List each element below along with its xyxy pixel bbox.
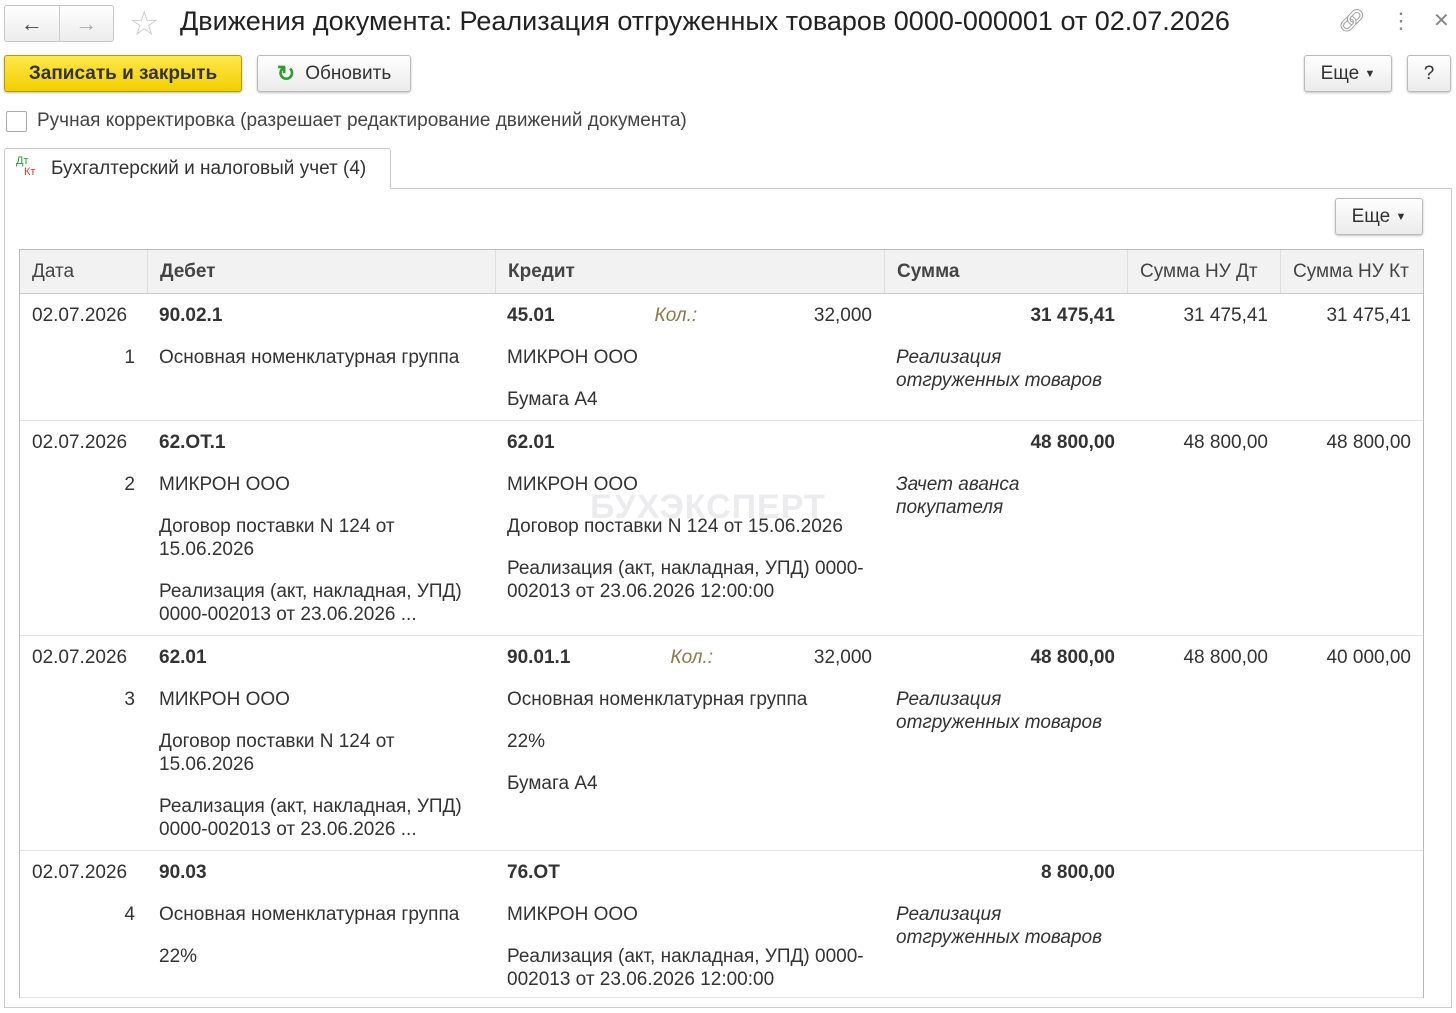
qty-value: 32,000: [813, 647, 872, 668]
debit-line: МИКРОН ООО: [159, 474, 290, 495]
help-button[interactable]: ?: [1407, 55, 1451, 92]
col-sum-nu-dt[interactable]: Сумма НУ Дт: [1127, 250, 1280, 293]
tab-label: Бухгалтерский и налоговый учет (4): [51, 158, 367, 179]
qty-label: Кол.:: [654, 305, 698, 326]
manual-edit-checkbox[interactable]: [6, 111, 27, 132]
entry-number: 4: [124, 904, 135, 925]
entry-sum-nu-dt: [1127, 861, 1280, 1010]
credit-line: Основная номенклатурная группа: [507, 689, 808, 710]
entry-comment: Реализация отгруженных товаров: [896, 904, 1103, 948]
watermark: БУХЭКСПЕРТ: [590, 488, 826, 526]
qty-label: Кол.:: [670, 647, 714, 668]
entry-sum: 31 475,41: [1030, 305, 1115, 326]
col-sum[interactable]: Сумма: [884, 250, 1127, 293]
link-icon[interactable]: 🔗︎: [1338, 8, 1366, 34]
entry-sum-nu-kt: [1280, 861, 1423, 1010]
credit-line: МИКРОН ООО: [507, 347, 638, 368]
credit-line: 22%: [507, 731, 546, 752]
entry-comment: Реализация отгруженных товаров: [896, 347, 1103, 391]
credit-line: Реализация (акт, накладная, УПД) 0000-00…: [507, 558, 864, 602]
entry-date: 02.07.2026: [32, 862, 128, 883]
refresh-label: Обновить: [305, 62, 392, 84]
table-row[interactable]: 02.07.2026 1 90.02.1 Основная номенклатурн…: [20, 294, 1423, 421]
credit-line: МИКРОН ООО: [507, 904, 638, 925]
credit-account: 90.01.1: [507, 647, 571, 668]
debit-line: 90.03: [159, 862, 207, 883]
entry-sum-nu-dt: 31 475,41: [1183, 305, 1268, 326]
window-title: Движения документа: Реализация отгруженн…: [180, 6, 1230, 36]
debit-line: Основная номенклатурная группа: [159, 347, 460, 368]
credit-account-line: 45.01 Кол.: 32,000: [507, 304, 872, 327]
refresh-button[interactable]: ↻ Обновить: [257, 55, 411, 92]
more-button[interactable]: Еще ▼: [1304, 55, 1392, 92]
manual-edit-label: Ручная корректировка (разрешает редактир…: [37, 110, 687, 131]
entry-date: 02.07.2026: [32, 432, 128, 453]
dt-kt-icon: Дт Кт: [16, 155, 36, 178]
save-close-button[interactable]: Записать и закрыть: [4, 55, 242, 92]
entry-sum-nu-kt: 48 800,00: [1326, 432, 1411, 453]
tab-accounting[interactable]: Дт Кт Бухгалтерский и налоговый учет (4): [4, 148, 391, 189]
entry-number: 1: [124, 347, 135, 368]
entry-sum-nu-dt: 48 800,00: [1183, 432, 1268, 453]
col-date[interactable]: Дата: [20, 250, 147, 293]
entry-sum-nu-dt: 48 800,00: [1183, 647, 1268, 668]
close-icon[interactable]: ✕: [1433, 8, 1450, 33]
entry-sum: 8 800,00: [1041, 862, 1115, 883]
entry-comment: Зачет аванса покупателя: [896, 474, 1020, 518]
credit-line: Реализация (акт, накладная, УПД) 0000-00…: [507, 946, 864, 990]
col-debit[interactable]: Дебет: [147, 250, 495, 293]
back-arrow-icon[interactable]: ←: [5, 6, 59, 41]
entry-sum-nu-kt: 40 000,00: [1326, 647, 1411, 668]
debit-line: МИКРОН ООО: [159, 689, 290, 710]
navigation-buttons: ← →: [4, 5, 114, 42]
credit-line: 76.ОТ: [507, 862, 560, 883]
debit-line: Договор поставки N 124 от 15.06.2026: [159, 731, 395, 775]
entry-sum-nu-kt: 31 475,41: [1326, 305, 1411, 326]
panel-more-button[interactable]: Еще ▼: [1335, 198, 1423, 235]
debit-line: Договор поставки N 124 от 15.06.2026: [159, 516, 395, 560]
dropdown-icon: ▼: [1395, 210, 1407, 223]
credit-line: 62.01: [507, 432, 555, 453]
table-row[interactable]: 02.07.2026 2 62.ОТ.1 МИКРОН ООО Договор пос…: [20, 421, 1423, 636]
forward-arrow-icon[interactable]: →: [58, 6, 114, 41]
entry-number: 2: [124, 474, 135, 495]
credit-line: Бумага А4: [507, 773, 598, 794]
entry-date: 02.07.2026: [32, 305, 128, 326]
entry-date: 02.07.2026: [32, 647, 128, 668]
entries-table: Дата Дебет Кредит Сумма Сумма НУ Дт Сумм…: [19, 249, 1424, 998]
refresh-icon: ↻: [276, 60, 296, 86]
debit-line: Основная номенклатурная группа: [159, 904, 460, 925]
table-row[interactable]: 02.07.2026 4 90.03 Основная номенклатурная…: [20, 851, 1423, 998]
favorite-star-icon[interactable]: ☆: [129, 4, 159, 44]
debit-line: 62.ОТ.1: [159, 432, 226, 453]
debit-line: 22%: [159, 946, 198, 967]
entry-sum: 48 800,00: [1030, 432, 1115, 453]
debit-line: Реализация (акт, накладная, УПД) 0000-00…: [159, 581, 462, 625]
debit-line: Реализация (акт, накладная, УПД) 0000-00…: [159, 796, 462, 840]
dropdown-icon: ▼: [1364, 67, 1376, 80]
qty-value: 32,000: [813, 305, 872, 326]
panel-more-label: Еще: [1351, 205, 1391, 227]
col-credit[interactable]: Кредит: [495, 250, 884, 293]
table-header: Дата Дебет Кредит Сумма Сумма НУ Дт Сумм…: [20, 250, 1423, 294]
col-sum-nu-kt[interactable]: Сумма НУ Кт: [1280, 250, 1423, 293]
credit-line: Бумага А4: [507, 389, 598, 410]
entry-comment: Реализация отгруженных товаров: [896, 689, 1103, 733]
table-row[interactable]: 02.07.2026 3 62.01 МИКРОН ООО Договор поста…: [20, 636, 1423, 851]
more-label: Еще: [1320, 62, 1360, 84]
entry-number: 3: [124, 689, 135, 710]
debit-line: 62.01: [159, 647, 207, 668]
debit-line: 90.02.1: [159, 305, 223, 326]
entry-sum: 48 800,00: [1030, 647, 1115, 668]
credit-account-line: 90.01.1 Кол.: 32,000: [507, 646, 872, 669]
credit-account: 45.01: [507, 305, 555, 326]
more-vertical-icon[interactable]: ⋮: [1390, 8, 1412, 34]
